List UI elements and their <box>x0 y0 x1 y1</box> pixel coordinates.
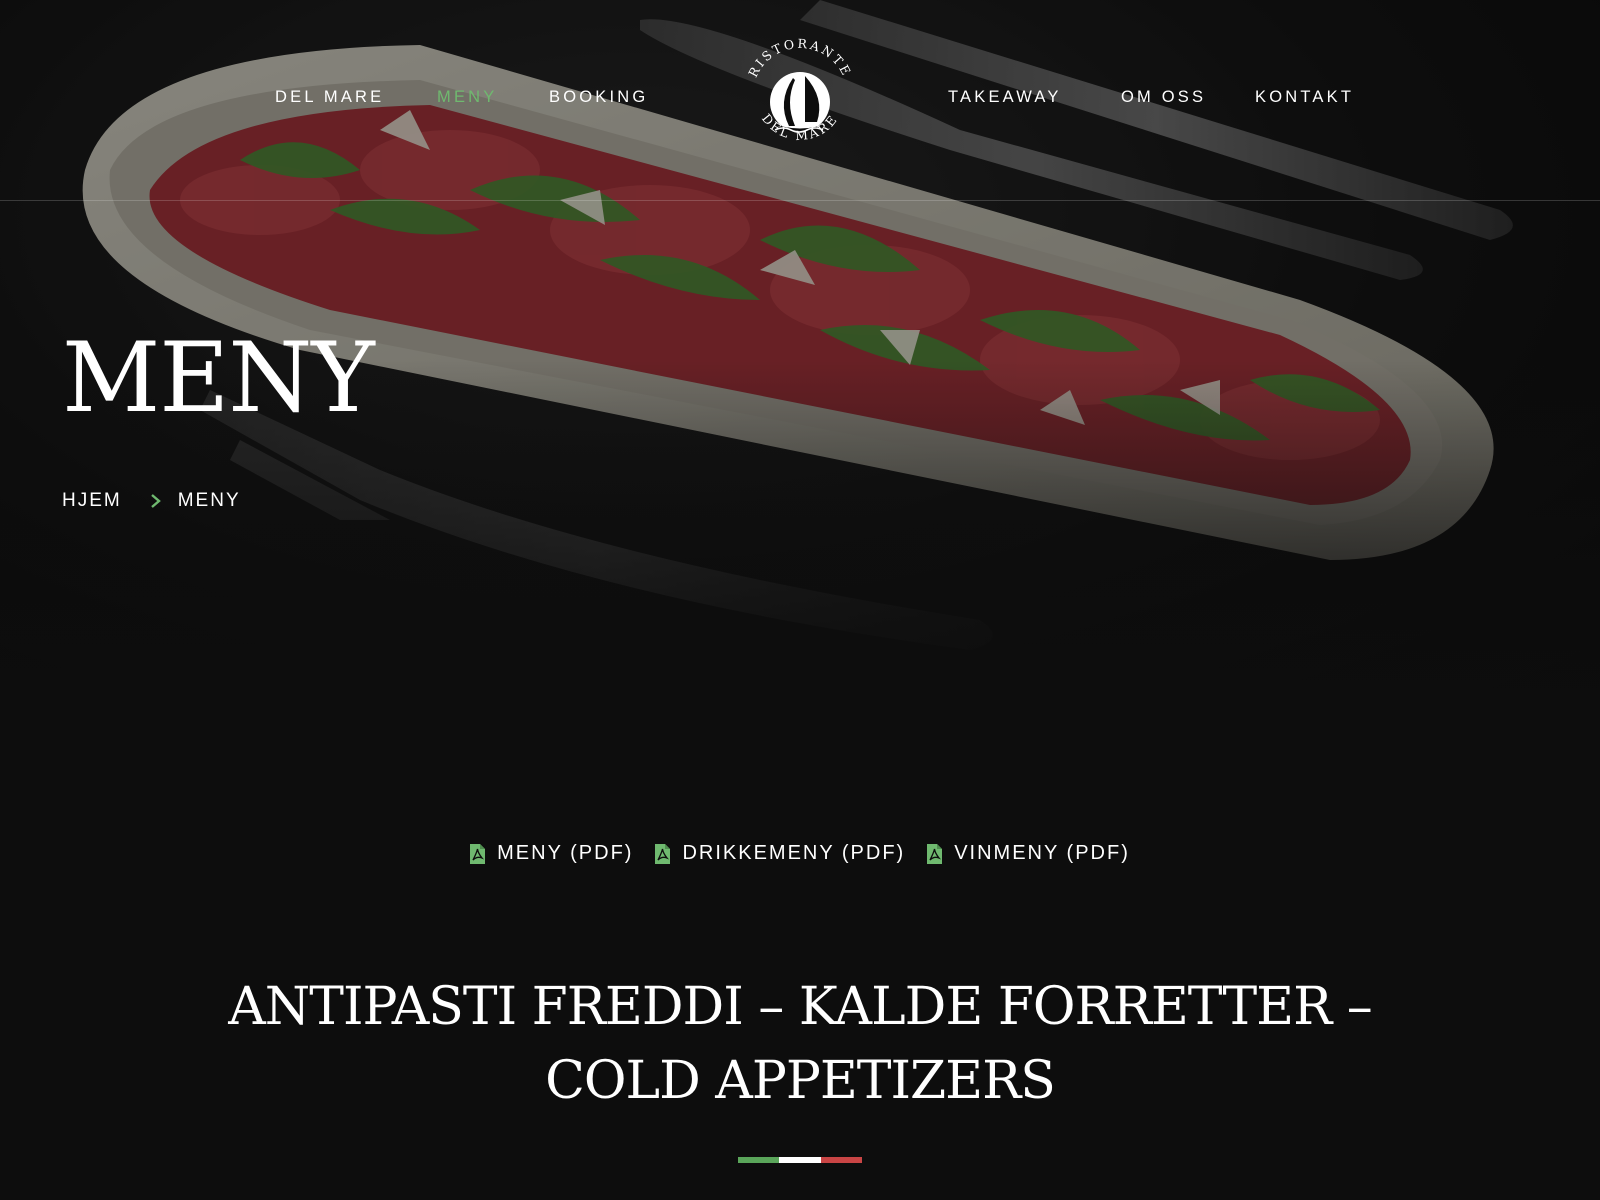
pdf-link-vinmeny[interactable]: VINMENY (PDF) <box>927 842 1130 865</box>
pdf-download-links: MENY (PDF) DRIKKEMENY (PDF) VINMENY (PDF… <box>0 842 1600 865</box>
pdf-link-label: MENY (PDF) <box>497 842 634 864</box>
italian-flag-divider <box>738 1157 862 1163</box>
nav-kontakt[interactable]: KONTAKT <box>1255 88 1354 107</box>
chevron-right-icon <box>150 494 161 508</box>
breadcrumb-current: MENY <box>177 490 241 511</box>
pdf-link-label: DRIKKEMENY (PDF) <box>682 842 906 864</box>
pdf-link-meny[interactable]: MENY (PDF) <box>470 842 633 865</box>
breadcrumb: HJEM MENY <box>62 490 241 512</box>
page-title: MENY <box>62 322 375 434</box>
pdf-file-icon <box>470 843 486 864</box>
header-divider <box>0 200 1600 201</box>
restaurant-logo[interactable]: RISTORANTE DEL MARE <box>733 28 867 162</box>
nav-takeaway[interactable]: TAKEAWAY <box>948 88 1062 107</box>
nav-booking[interactable]: BOOKING <box>549 88 648 107</box>
nav-meny[interactable]: MENY <box>437 88 497 107</box>
flag-green-stripe <box>738 1157 780 1163</box>
pdf-file-icon <box>927 843 943 864</box>
pdf-link-label: VINMENY (PDF) <box>954 842 1130 864</box>
nav-del-mare[interactable]: DEL MARE <box>275 88 384 107</box>
pdf-link-drikkemeny[interactable]: DRIKKEMENY (PDF) <box>655 842 905 865</box>
flag-white-stripe <box>779 1157 821 1163</box>
breadcrumb-home-link[interactable]: HJEM <box>62 490 122 512</box>
pdf-file-icon <box>655 843 671 864</box>
section-heading: ANTIPASTI FREDDI – KALDE FORRETTER – COL… <box>228 977 1373 1111</box>
nav-om-oss[interactable]: OM OSS <box>1121 88 1206 107</box>
flag-red-stripe <box>820 1157 862 1163</box>
